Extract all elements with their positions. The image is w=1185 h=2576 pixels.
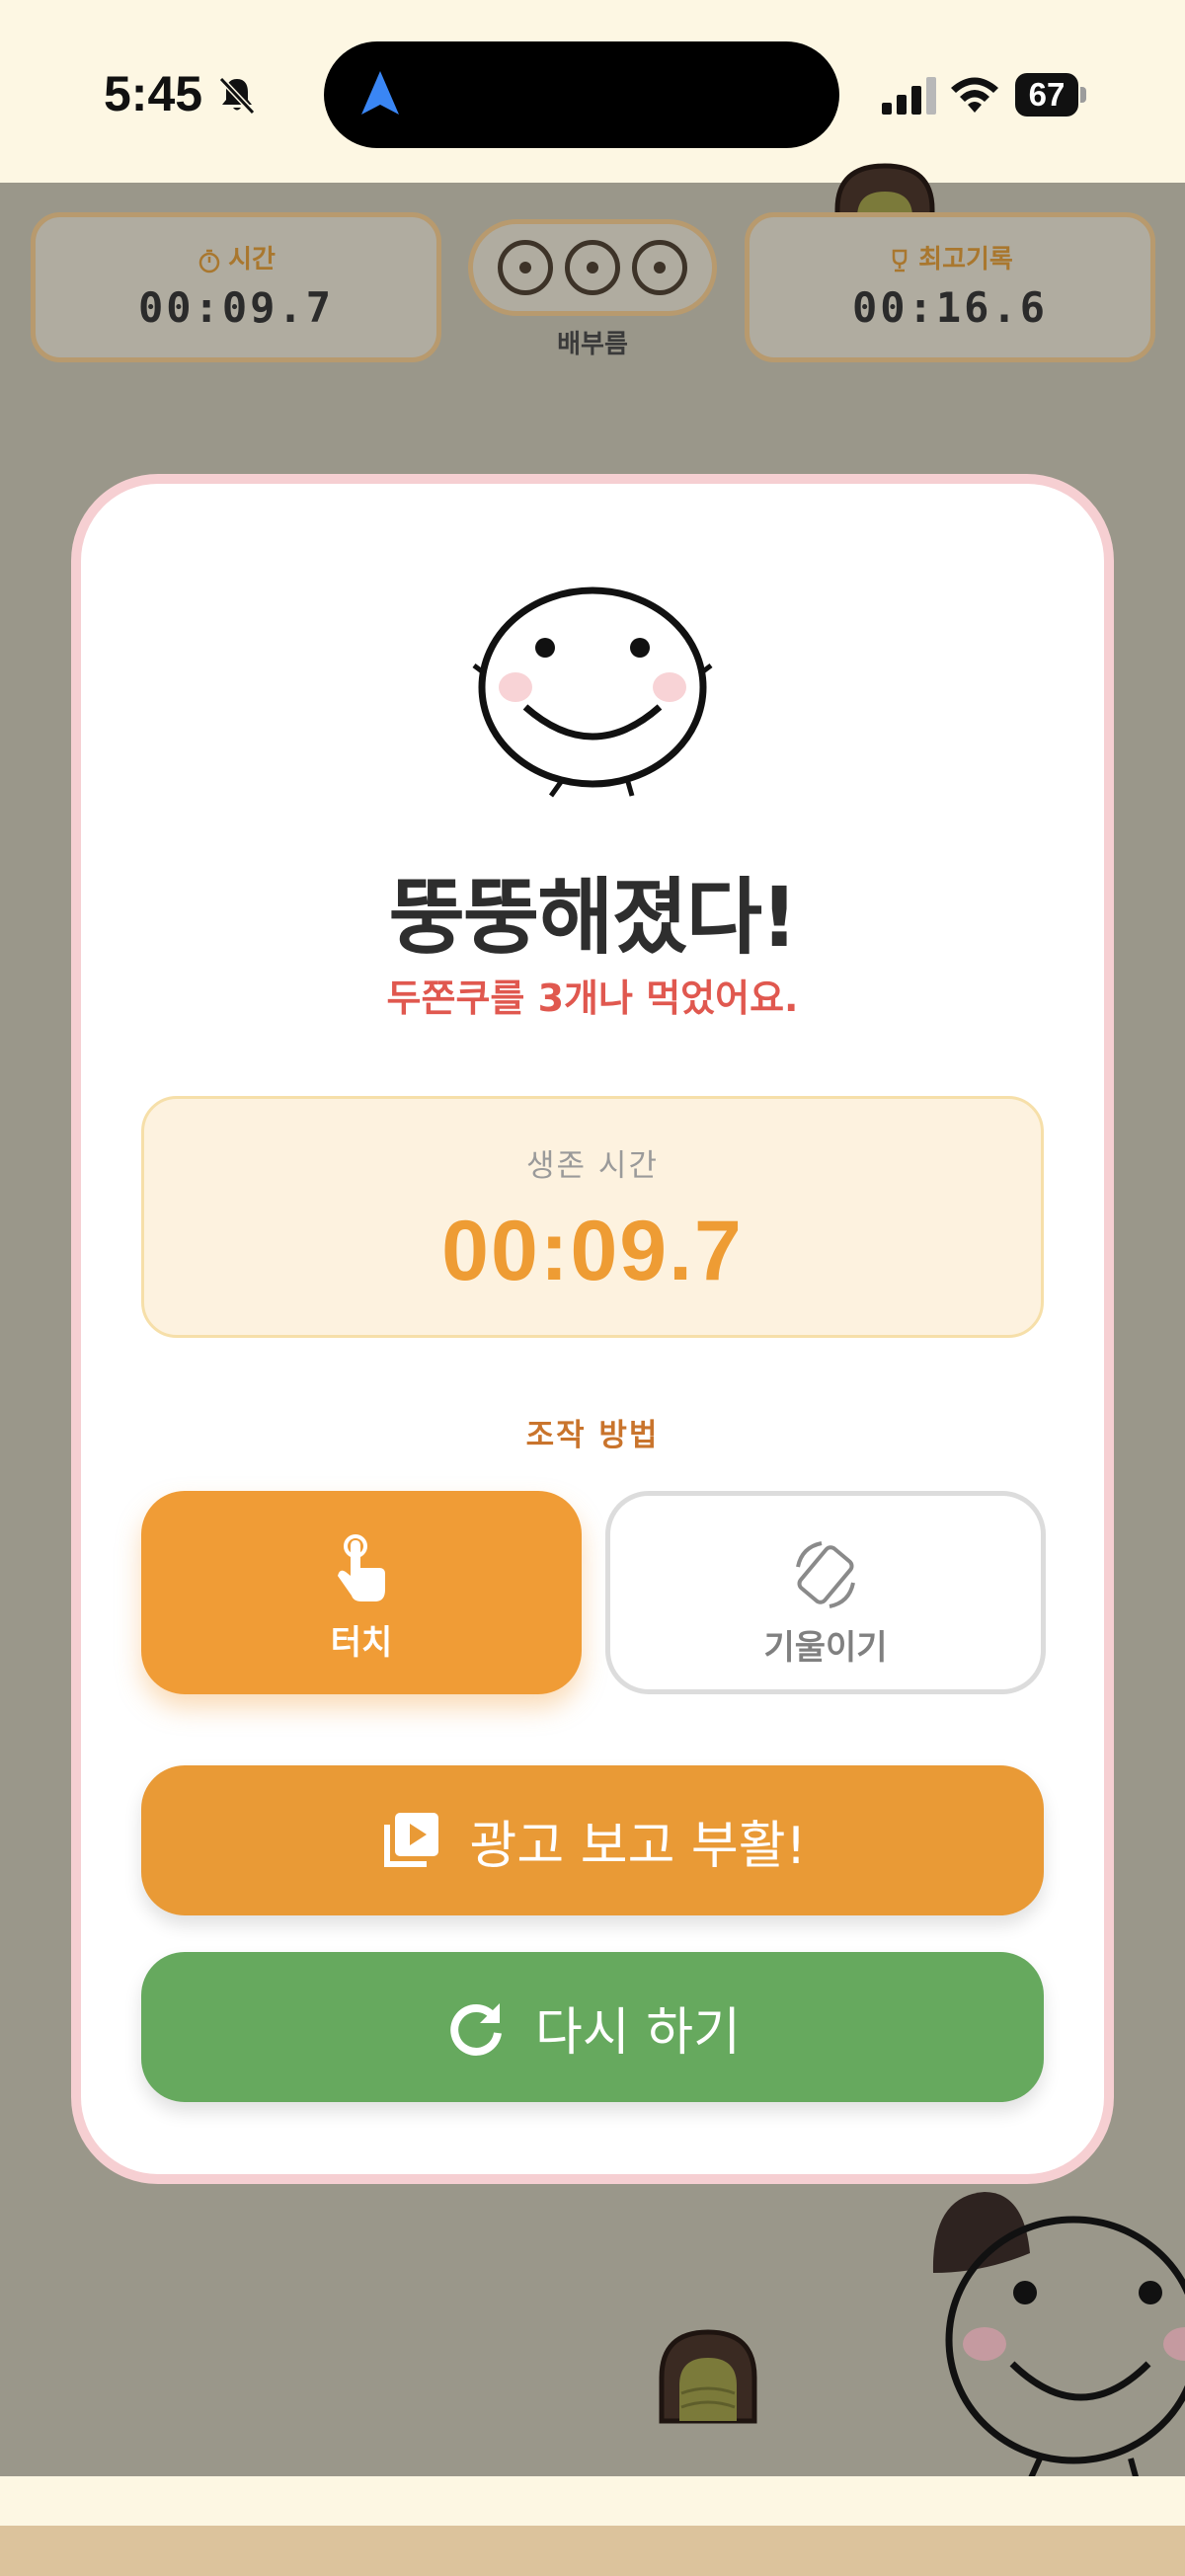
watch-ad-revive-button[interactable]: 광고 보고 부활! [141,1765,1044,1915]
ground-strip [0,2526,1185,2576]
control-tilt-label: 기울이기 [763,1628,888,1668]
time-panel: 시간 00:09.7 [31,212,441,362]
belly-slot [498,240,553,295]
survival-time-label: 생존 시간 [526,1148,659,1184]
smiley-face-icon [472,586,713,798]
tap-hand-icon [338,1534,385,1601]
trophy-icon [892,249,908,272]
bell-slash-icon [218,76,256,116]
control-tilt-button[interactable]: 기울이기 [605,1491,1046,1694]
signal-icon [882,77,936,115]
wifi-icon [951,77,998,113]
refresh-icon [450,2003,503,2056]
result-title: 뚱뚱해졌다! [388,869,799,966]
time-label: 시간 [228,245,276,274]
survival-time-value: 00:09.7 [441,1204,744,1298]
status-time: 5:45 [104,66,203,121]
belly-slot [632,240,687,295]
belly-meter [468,219,717,316]
location-arrow-icon [361,71,399,115]
battery-icon: 67 [1015,73,1086,117]
revive-label: 광고 보고 부활! [469,1816,807,1876]
control-touch-button[interactable]: 터치 [141,1491,582,1694]
belly-label: 배부름 [557,330,628,359]
best-value: 00:16.6 [851,283,1048,332]
control-touch-label: 터치 [330,1623,393,1663]
stopwatch-icon [198,249,220,273]
video-library-icon [383,1813,438,1867]
best-label: 최고기록 [918,245,1013,274]
time-value: 00:09.7 [137,283,334,332]
status-bar: 5:45 67 [0,0,1185,183]
bottom-bar [0,2476,1185,2526]
controls-label: 조작 방법 [525,1418,660,1453]
result-subtitle: 두쫀쿠를 3개나 먹었어요. [386,976,799,1020]
survival-time-box: 생존 시간 00:09.7 [141,1096,1044,1338]
belly-slot [565,240,620,295]
battery-level: 67 [1015,73,1078,117]
cookie-icon [659,2329,757,2424]
retry-button[interactable]: 다시 하기 [141,1952,1044,2102]
retry-label: 다시 하기 [535,2002,741,2063]
player-face-icon [932,2192,1185,2480]
best-record-panel: 최고기록 00:16.6 [745,212,1155,362]
rotate-device-icon [796,1541,855,1608]
